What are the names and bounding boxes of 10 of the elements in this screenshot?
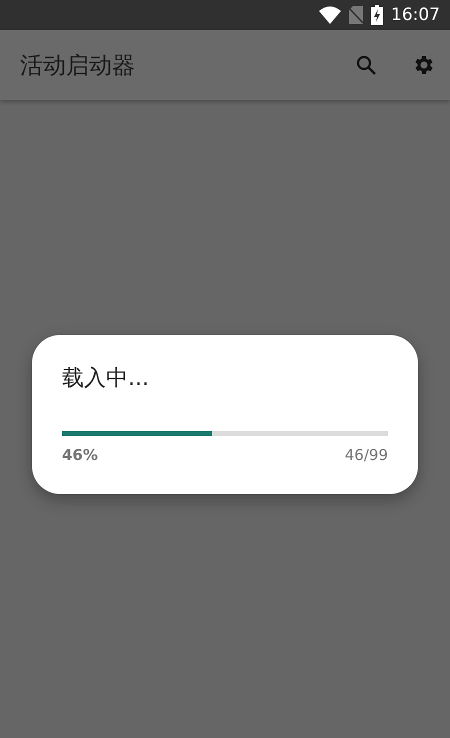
search-icon [354, 53, 378, 77]
search-button[interactable] [354, 53, 378, 77]
battery-charging-icon [371, 5, 383, 25]
status-time: 16:07 [391, 5, 440, 25]
dialog-title: 载入中... [62, 365, 150, 393]
no-sim-icon [349, 6, 363, 24]
progress-percent: 46% [62, 446, 98, 464]
app-title: 活动启动器 [20, 52, 136, 80]
progress-count: 46/99 [344, 446, 388, 464]
wifi-icon [319, 6, 341, 24]
